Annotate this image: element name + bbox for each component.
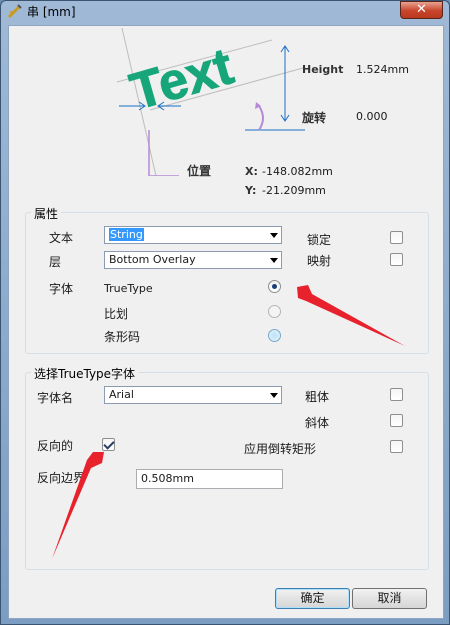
annotation-arrows (52, 285, 405, 559)
string-tool-icon (7, 4, 22, 19)
dialog-window: 串 [mm] ✕ Text Height 1.524mm 旋转 0.000 位置… (0, 0, 450, 625)
close-button[interactable]: ✕ (400, 1, 443, 19)
ok-button[interactable]: 确定 (275, 588, 350, 609)
annotation-arrow-radio (297, 285, 405, 346)
dialog-body: Text Height 1.524mm 旋转 0.000 位置 X: -148.… (8, 25, 444, 619)
title-bar[interactable]: 串 [mm] ✕ (1, 1, 449, 21)
window-title: 串 [mm] (27, 5, 76, 19)
cancel-button[interactable]: 取消 (352, 588, 427, 609)
annotation-arrow-checkbox (52, 452, 104, 559)
